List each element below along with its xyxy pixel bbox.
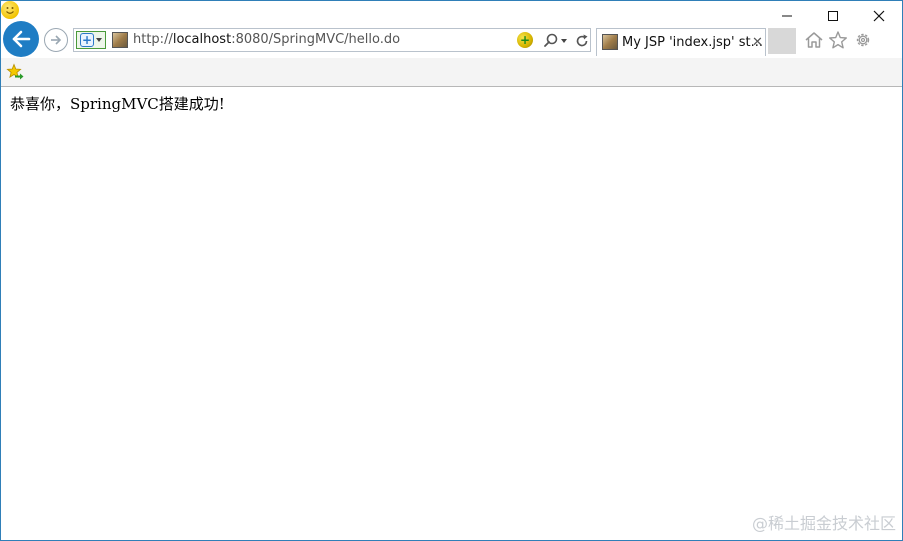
- close-window-button[interactable]: [856, 1, 902, 31]
- addon-plus-icon[interactable]: +: [517, 32, 533, 48]
- search-icon[interactable]: [542, 32, 560, 50]
- minimize-button[interactable]: [764, 1, 810, 31]
- url-text[interactable]: http://localhost:8080/SpringMVC/hello.do: [133, 32, 400, 48]
- tab-favicon-icon: [602, 34, 618, 50]
- chevron-down-icon: [96, 38, 102, 42]
- page-message: 恭喜你，SpringMVC搭建成功!: [10, 95, 225, 113]
- gear-icon[interactable]: [853, 30, 873, 50]
- tab-close-button[interactable]: ✕: [752, 35, 763, 51]
- close-icon: [873, 10, 885, 22]
- url-host: localhost: [172, 32, 232, 47]
- address-bar[interactable]: + http://localhost:8080/SpringMVC/hello.…: [73, 28, 591, 52]
- browser-window: + http://localhost:8080/SpringMVC/hello.…: [0, 0, 903, 541]
- site-favicon-icon: [112, 32, 128, 48]
- watermark: @稀土掘金技术社区: [751, 514, 896, 533]
- minimize-icon: [782, 15, 792, 17]
- url-prefix: http://: [133, 32, 173, 47]
- star-icon[interactable]: [828, 30, 848, 50]
- maximize-icon: [828, 11, 838, 21]
- add-to-favorites-bar-icon[interactable]: [6, 63, 24, 81]
- tab-title: My JSP 'index.jsp' st...: [622, 35, 763, 50]
- back-arrow-icon: [12, 30, 31, 48]
- maximize-button[interactable]: [810, 1, 856, 31]
- search-dropdown-icon[interactable]: [561, 39, 567, 43]
- home-icon[interactable]: [804, 30, 824, 50]
- plus-icon: +: [80, 33, 94, 47]
- smile-face-icon: [6, 7, 14, 14]
- forward-arrow-icon: [51, 35, 62, 45]
- smile-icon[interactable]: [1, 1, 19, 19]
- forward-button[interactable]: [44, 28, 68, 52]
- refresh-icon[interactable]: [573, 32, 591, 50]
- new-tab-button[interactable]: [768, 28, 796, 54]
- favorites-bar: [1, 58, 902, 87]
- compatibility-button[interactable]: +: [76, 31, 106, 49]
- back-button[interactable]: [3, 21, 39, 57]
- tab-active[interactable]: My JSP 'index.jsp' st... ✕: [596, 28, 766, 56]
- url-rest: :8080/SpringMVC/hello.do: [231, 32, 401, 47]
